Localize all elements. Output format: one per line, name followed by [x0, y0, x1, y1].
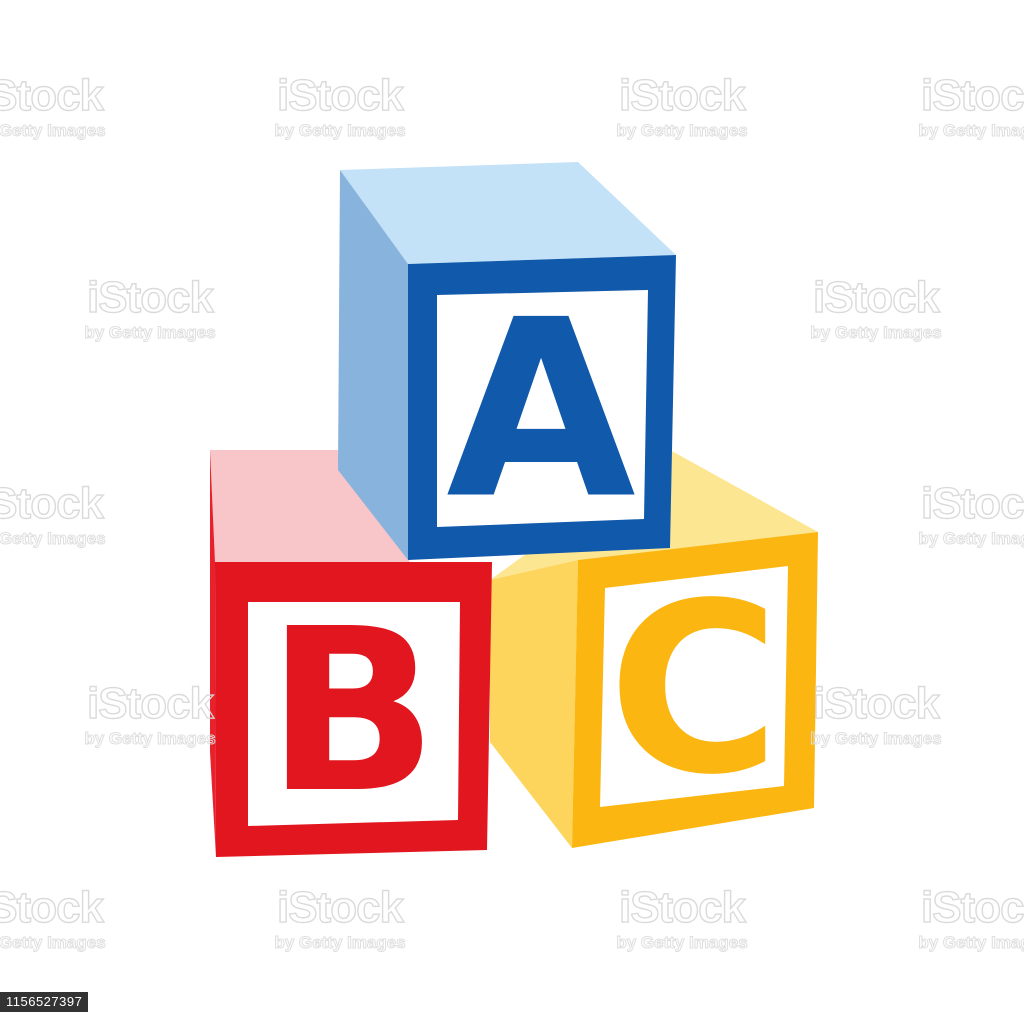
watermark-tile: iStock by Getty Images	[810, 678, 942, 748]
block-c-letter: C	[608, 554, 780, 827]
watermark-tagline: by Getty Images	[84, 729, 215, 748]
watermark-tile: iStock by Getty Images	[274, 882, 406, 952]
abc-blocks-illustration: C B A iStock by Getty Images iStock by G…	[0, 70, 1024, 952]
block-c-side-face	[490, 560, 578, 848]
watermark-tagline: by Getty Images	[274, 933, 405, 952]
watermark-brand: iStock	[0, 883, 105, 932]
watermark-brand: iStock	[619, 71, 747, 120]
watermark-tagline: by Getty Images	[0, 121, 106, 140]
watermark-tagline: by Getty Images	[810, 729, 941, 748]
watermark-tagline: by Getty Images	[0, 933, 106, 952]
watermark-tagline: by Getty Images	[810, 323, 941, 342]
watermark-tagline: by Getty Images	[616, 121, 747, 140]
block-a: A	[338, 162, 676, 560]
watermark-brand: iStock	[277, 71, 405, 120]
watermark-brand: iStock	[813, 273, 941, 322]
watermark-tagline: by Getty Images	[84, 323, 215, 342]
watermark-brand: iStock	[921, 883, 1024, 932]
watermark-tagline: by Getty Images	[274, 121, 405, 140]
watermark-brand: iStock	[921, 479, 1024, 528]
block-b-letter: B	[266, 581, 438, 843]
watermark-tagline: by Getty Images	[0, 529, 106, 548]
watermark-brand: iStock	[619, 883, 747, 932]
watermark-tagline: by Getty Images	[918, 933, 1024, 952]
watermark-tile: iStock by Getty Images	[0, 478, 106, 548]
watermark-brand: iStock	[0, 71, 105, 120]
watermark-tile: iStock by Getty Images	[274, 70, 406, 140]
watermark-tile: iStock by Getty Images	[810, 272, 942, 342]
stock-id-badge: 1156527397	[0, 992, 89, 1012]
watermark-tile: iStock by Getty Images	[616, 70, 748, 140]
watermark-brand: iStock	[87, 273, 215, 322]
watermark-tile: iStock by Getty Images	[918, 70, 1024, 140]
watermark-tile: iStock by Getty Images	[0, 882, 106, 952]
block-a-letter: A	[446, 268, 636, 553]
watermark-brand: iStock	[813, 679, 941, 728]
watermark-brand: iStock	[87, 679, 215, 728]
watermark-tagline: by Getty Images	[616, 933, 747, 952]
watermark-tile: iStock by Getty Images	[918, 478, 1024, 548]
watermark-tile: iStock by Getty Images	[0, 70, 106, 140]
watermark-tagline: by Getty Images	[918, 121, 1024, 140]
watermark-tile: iStock by Getty Images	[84, 678, 216, 748]
watermark-brand: iStock	[277, 883, 405, 932]
watermark-tile: iStock by Getty Images	[84, 272, 216, 342]
watermark-brand: iStock	[0, 479, 105, 528]
watermark-tile: iStock by Getty Images	[616, 882, 748, 952]
watermark-tile: iStock by Getty Images	[918, 882, 1024, 952]
watermark-tagline: by Getty Images	[918, 529, 1024, 548]
watermark-brand: iStock	[921, 71, 1024, 120]
